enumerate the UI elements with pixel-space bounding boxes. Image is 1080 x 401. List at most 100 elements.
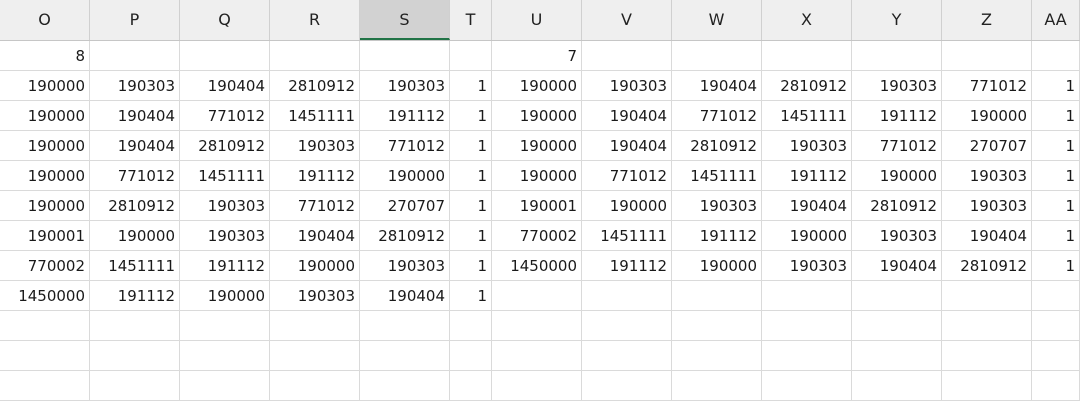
cell-o[interactable]: 190000 [0, 101, 90, 131]
cell-y[interactable] [852, 41, 942, 71]
cell-q[interactable] [180, 371, 270, 401]
column-header-q[interactable]: Q [180, 0, 270, 40]
cell-v[interactable] [582, 341, 672, 371]
cell-r[interactable]: 190303 [270, 281, 360, 311]
cell-r[interactable]: 771012 [270, 191, 360, 221]
cell-p[interactable]: 771012 [90, 161, 180, 191]
cell-o[interactable] [0, 311, 90, 341]
cell-z[interactable]: 2810912 [942, 251, 1032, 281]
cell-r[interactable] [270, 311, 360, 341]
cell-x[interactable] [762, 341, 852, 371]
cell-s[interactable]: 190000 [360, 161, 450, 191]
cell-w[interactable]: 2810912 [672, 131, 762, 161]
cell-v[interactable] [582, 41, 672, 71]
cell-o[interactable]: 770002 [0, 251, 90, 281]
column-header-r[interactable]: R [270, 0, 360, 40]
cell-y[interactable]: 190303 [852, 221, 942, 251]
cell-t[interactable] [450, 371, 492, 401]
cell-w[interactable] [672, 281, 762, 311]
cell-v[interactable]: 190000 [582, 191, 672, 221]
cell-o[interactable] [0, 371, 90, 401]
cell-u[interactable]: 190000 [492, 131, 582, 161]
cell-w[interactable]: 191112 [672, 221, 762, 251]
cell-t[interactable] [450, 341, 492, 371]
cell-y[interactable]: 771012 [852, 131, 942, 161]
cell-t[interactable]: 1 [450, 281, 492, 311]
cell-v[interactable]: 1451111 [582, 221, 672, 251]
column-header-v[interactable]: V [582, 0, 672, 40]
cell-z[interactable]: 190303 [942, 161, 1032, 191]
cell-w[interactable] [672, 311, 762, 341]
cell-u[interactable]: 190000 [492, 101, 582, 131]
cell-z[interactable]: 190303 [942, 191, 1032, 221]
cell-o[interactable]: 190000 [0, 161, 90, 191]
cell-y[interactable]: 191112 [852, 101, 942, 131]
cell-t[interactable]: 1 [450, 221, 492, 251]
cell-x[interactable] [762, 281, 852, 311]
cell-x[interactable]: 190000 [762, 221, 852, 251]
cell-y[interactable] [852, 311, 942, 341]
cell-s[interactable]: 2810912 [360, 221, 450, 251]
cell-r[interactable]: 190303 [270, 131, 360, 161]
cell-t[interactable]: 1 [450, 131, 492, 161]
cell-w[interactable]: 771012 [672, 101, 762, 131]
cell-t[interactable] [450, 41, 492, 71]
cell-t[interactable]: 1 [450, 251, 492, 281]
cell-w[interactable]: 1451111 [672, 161, 762, 191]
cell-s[interactable] [360, 341, 450, 371]
cell-aa[interactable] [1032, 281, 1080, 311]
cell-s[interactable]: 190303 [360, 251, 450, 281]
cell-r[interactable] [270, 341, 360, 371]
cell-aa[interactable]: 1 [1032, 131, 1080, 161]
cell-z[interactable]: 190404 [942, 221, 1032, 251]
cell-t[interactable]: 1 [450, 161, 492, 191]
cell-r[interactable]: 191112 [270, 161, 360, 191]
column-header-s[interactable]: S [360, 0, 450, 40]
cell-t[interactable] [450, 311, 492, 341]
cell-p[interactable]: 190000 [90, 221, 180, 251]
cell-p[interactable]: 1451111 [90, 251, 180, 281]
cell-o[interactable]: 1450000 [0, 281, 90, 311]
cell-aa[interactable]: 1 [1032, 101, 1080, 131]
cell-y[interactable] [852, 371, 942, 401]
cell-v[interactable]: 190404 [582, 131, 672, 161]
cell-t[interactable]: 1 [450, 101, 492, 131]
cell-r[interactable] [270, 371, 360, 401]
cell-o[interactable]: 190000 [0, 71, 90, 101]
cell-w[interactable] [672, 371, 762, 401]
cell-x[interactable] [762, 41, 852, 71]
cell-x[interactable] [762, 371, 852, 401]
cell-p[interactable]: 191112 [90, 281, 180, 311]
cell-o[interactable]: 8 [0, 41, 90, 71]
cell-x[interactable]: 190404 [762, 191, 852, 221]
cell-x[interactable]: 191112 [762, 161, 852, 191]
cell-p[interactable] [90, 311, 180, 341]
column-header-aa[interactable]: AA [1032, 0, 1080, 40]
cell-w[interactable]: 190404 [672, 71, 762, 101]
cell-u[interactable]: 770002 [492, 221, 582, 251]
cell-q[interactable]: 2810912 [180, 131, 270, 161]
cell-u[interactable]: 7 [492, 41, 582, 71]
cell-y[interactable]: 190404 [852, 251, 942, 281]
column-header-u[interactable]: U [492, 0, 582, 40]
cell-z[interactable]: 771012 [942, 71, 1032, 101]
cell-u[interactable]: 190001 [492, 191, 582, 221]
cell-o[interactable]: 190001 [0, 221, 90, 251]
cell-w[interactable] [672, 341, 762, 371]
cell-y[interactable]: 2810912 [852, 191, 942, 221]
cell-v[interactable] [582, 371, 672, 401]
cell-z[interactable]: 270707 [942, 131, 1032, 161]
cell-aa[interactable]: 1 [1032, 221, 1080, 251]
cell-s[interactable]: 191112 [360, 101, 450, 131]
cell-p[interactable] [90, 371, 180, 401]
cell-p[interactable] [90, 41, 180, 71]
column-header-p[interactable]: P [90, 0, 180, 40]
cell-q[interactable]: 190303 [180, 221, 270, 251]
cell-s[interactable]: 270707 [360, 191, 450, 221]
cell-r[interactable]: 1451111 [270, 101, 360, 131]
cell-o[interactable]: 190000 [0, 131, 90, 161]
cell-u[interactable] [492, 371, 582, 401]
cell-s[interactable] [360, 41, 450, 71]
cell-aa[interactable]: 1 [1032, 191, 1080, 221]
cell-z[interactable]: 190000 [942, 101, 1032, 131]
